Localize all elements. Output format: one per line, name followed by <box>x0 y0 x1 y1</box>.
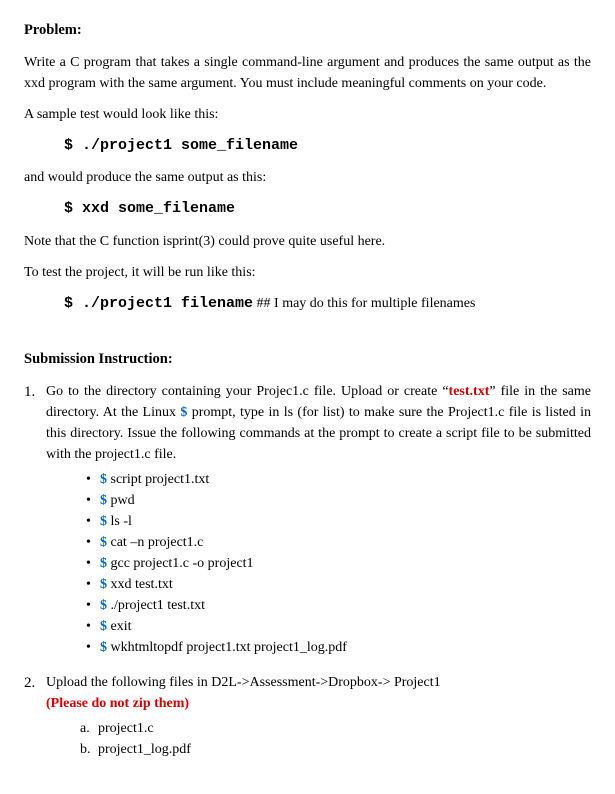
cmd-text: cat –n project1.c <box>107 535 203 550</box>
cmd-item: $ wkhtmltopdf project1.txt project1_log.… <box>86 637 591 658</box>
cmd-item: $ ls -l <box>86 511 591 532</box>
cmd-text: exit <box>107 619 132 634</box>
problem-para-2: A sample test would look like this: <box>24 104 591 125</box>
code-sample-3-comment: ## I may do this for multiple filenames <box>253 296 475 311</box>
submission-heading: Submission Instruction: <box>24 349 591 371</box>
commands-list: $ script project1.txt $ pwd $ ls -l $ ca… <box>46 469 591 658</box>
cmd-text: gcc project1.c -o project1 <box>107 556 254 571</box>
submission-section: Submission Instruction: 1. Go to the dir… <box>24 349 591 760</box>
submission-list: 1. Go to the directory containing your P… <box>24 381 591 760</box>
files-list: a. project1.c b. project1_log.pdf <box>46 718 591 760</box>
dollar-icon: $ <box>100 493 107 508</box>
cmd-item: $ gcc project1.c -o project1 <box>86 553 591 574</box>
item2-number: 2. <box>24 672 35 695</box>
file-name: project1_log.pdf <box>98 742 191 757</box>
cmd-item: $ pwd <box>86 490 591 511</box>
problem-heading: Problem: <box>24 20 591 42</box>
dollar-icon: $ <box>100 640 107 655</box>
item1-filename: test.txt <box>449 384 490 399</box>
dollar-icon: $ <box>100 598 107 613</box>
dollar-icon: $ <box>100 514 107 529</box>
submission-item-2: 2. Upload the following files in D2L->As… <box>24 672 591 760</box>
file-name: project1.c <box>98 721 154 736</box>
file-item: b. project1_log.pdf <box>80 739 591 760</box>
alpha-marker: b. <box>80 739 91 760</box>
problem-section: Problem: Write a C program that takes a … <box>24 20 591 315</box>
cmd-text: wkhtmltopdf project1.txt project1_log.pd… <box>107 640 347 655</box>
problem-para-4: Note that the C function isprint(3) coul… <box>24 231 591 252</box>
cmd-item: $ exit <box>86 616 591 637</box>
file-item: a. project1.c <box>80 718 591 739</box>
code-sample-3: $ ./project1 filename ## I may do this f… <box>64 293 591 316</box>
problem-para-1: Write a C program that takes a single co… <box>24 52 591 94</box>
item1-text-pre: Go to the directory containing your Proj… <box>46 384 449 399</box>
item1-number: 1. <box>24 381 35 404</box>
alpha-marker: a. <box>80 718 90 739</box>
code-sample-1: $ ./project1 some_filename <box>64 135 591 158</box>
cmd-text: ./project1 test.txt <box>107 598 205 613</box>
cmd-item: $ script project1.txt <box>86 469 591 490</box>
dollar-icon: $ <box>100 619 107 634</box>
problem-para-3: and would produce the same output as thi… <box>24 167 591 188</box>
item2-text: Upload the following files in D2L->Asses… <box>46 675 441 690</box>
cmd-text: script project1.txt <box>107 472 209 487</box>
problem-para-5: To test the project, it will be run like… <box>24 262 591 283</box>
dollar-icon: $ <box>100 577 107 592</box>
cmd-text: ls -l <box>107 514 132 529</box>
submission-item-1: 1. Go to the directory containing your P… <box>24 381 591 658</box>
dollar-icon: $ <box>100 556 107 571</box>
cmd-item: $ xxd test.txt <box>86 574 591 595</box>
code-sample-2: $ xxd some_filename <box>64 198 591 221</box>
dollar-icon: $ <box>100 535 107 550</box>
cmd-item: $ ./project1 test.txt <box>86 595 591 616</box>
cmd-text: xxd test.txt <box>107 577 173 592</box>
cmd-text: pwd <box>107 493 135 508</box>
cmd-item: $ cat –n project1.c <box>86 532 591 553</box>
item2-warning: (Please do not zip them) <box>46 696 189 711</box>
code-sample-3-cmd: $ ./project1 filename <box>64 295 253 312</box>
dollar-icon: $ <box>100 472 107 487</box>
